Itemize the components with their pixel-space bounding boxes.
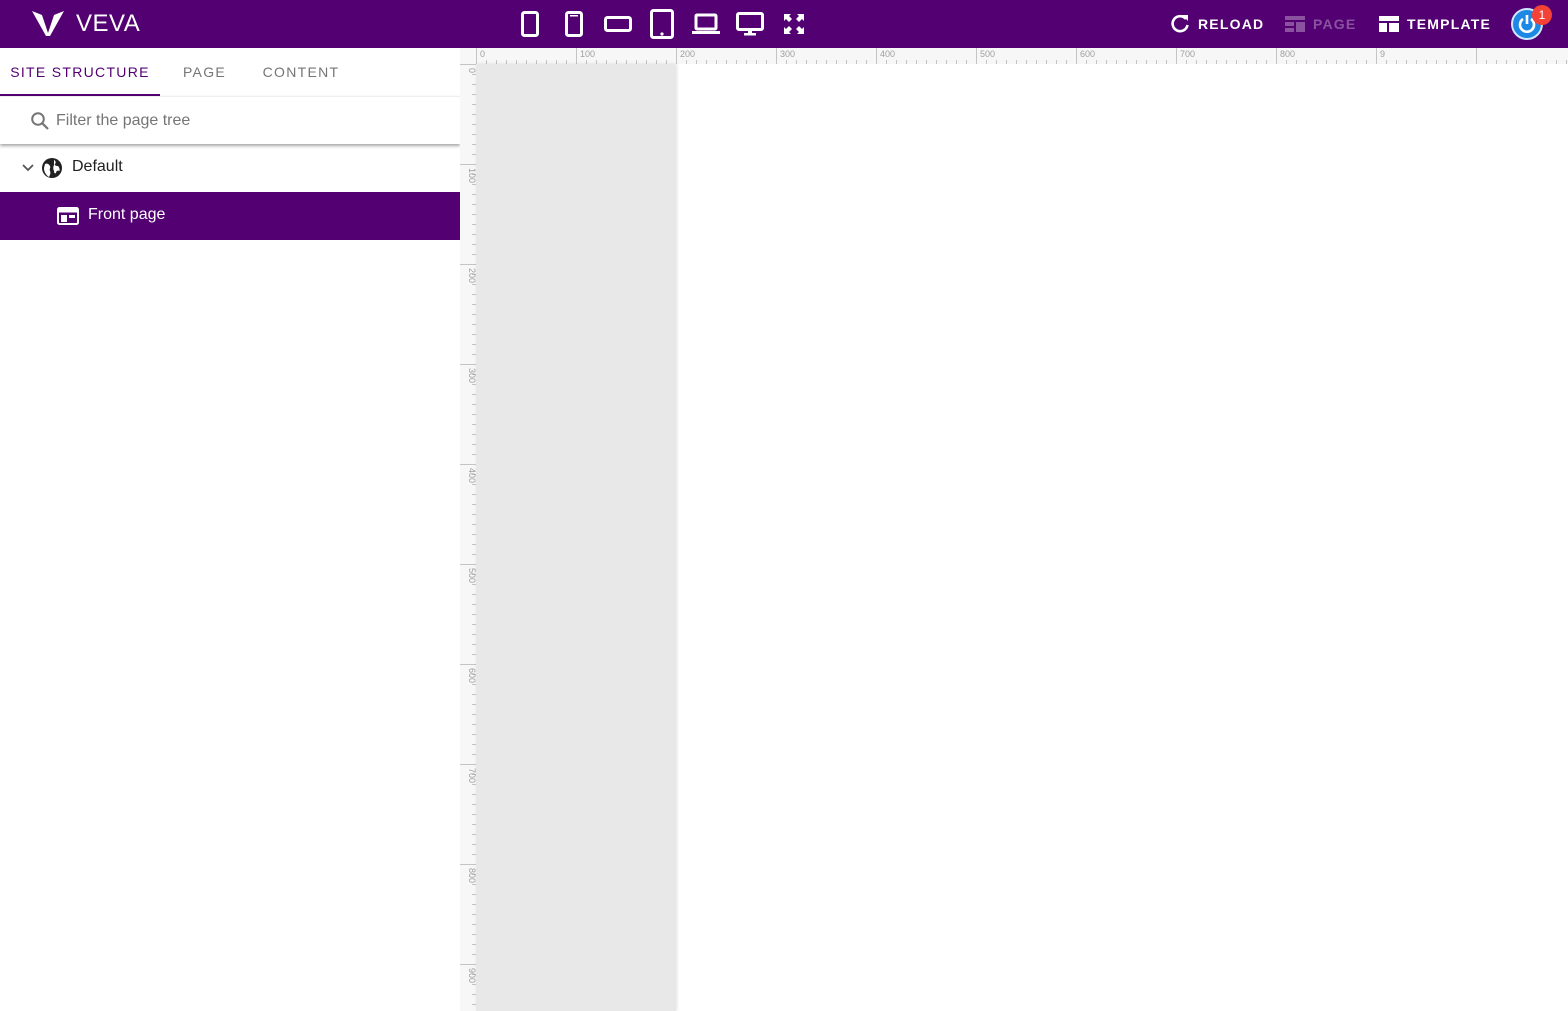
ruler-label: 400	[467, 468, 476, 483]
vertical-ruler: 0 100 200 300 400 500 600 700 800 900	[460, 64, 476, 1011]
site-structure-sidebar: SITE STRUCTURE PAGE CONTENT Default Fron…	[0, 48, 460, 1011]
page-tree-filter	[0, 96, 460, 144]
tree-item-label: Default	[72, 158, 123, 175]
globe-icon	[42, 158, 62, 178]
ruler-label: 600	[467, 668, 476, 683]
ruler-label: 0	[467, 68, 476, 73]
template-mode-label: TEMPLATE	[1407, 16, 1492, 32]
ruler-label: 0	[480, 49, 485, 59]
ruler-label: 500	[467, 568, 476, 583]
page-layout-icon	[1285, 16, 1305, 32]
template-mode-button[interactable]: TEMPLATE	[1379, 0, 1491, 48]
toolbar-actions: RELOAD PAGE TEMPLATE 1	[0, 0, 1568, 48]
template-icon	[1379, 16, 1399, 32]
web-page-icon	[57, 207, 79, 225]
page-mode-button[interactable]: PAGE	[1285, 0, 1356, 48]
sidebar-tabs: SITE STRUCTURE PAGE CONTENT	[0, 48, 460, 96]
ruler-label: 700	[1180, 49, 1195, 59]
tab-content[interactable]: CONTENT	[249, 48, 353, 96]
ruler-label: 900	[467, 968, 476, 983]
ruler-label: 100	[580, 49, 595, 59]
notification-badge: 1	[1532, 5, 1552, 25]
top-app-bar: VEVA RELOAD PAGE TEMPLATE 1	[0, 0, 1568, 48]
device-preview-frame[interactable]	[476, 64, 676, 1011]
reload-label: RELOAD	[1198, 16, 1265, 32]
chevron-down-icon[interactable]	[20, 160, 36, 176]
ruler-label: 500	[980, 49, 995, 59]
ruler-label: 9	[1380, 49, 1385, 59]
tab-site-structure[interactable]: SITE STRUCTURE	[0, 48, 160, 96]
tree-item-label: Front page	[88, 206, 166, 223]
ruler-label: 200	[467, 268, 476, 283]
tree-item-front-page[interactable]: Front page	[0, 192, 460, 240]
page-mode-label: PAGE	[1313, 16, 1357, 32]
ruler-label: 800	[467, 868, 476, 883]
reload-icon	[1171, 14, 1189, 33]
ruler-corner	[460, 48, 476, 64]
tab-page[interactable]: PAGE	[160, 48, 249, 96]
ruler-label: 300	[467, 368, 476, 383]
ruler-label: 100	[467, 168, 476, 183]
reload-button[interactable]: RELOAD	[1170, 0, 1264, 48]
ruler-label: 700	[467, 768, 476, 783]
ruler-label: 800	[1280, 49, 1295, 59]
user-menu-button[interactable]: 1	[1511, 5, 1552, 40]
filter-input[interactable]	[56, 110, 436, 132]
horizontal-ruler: 0 100 200 300 400 500 600 700 800 9	[476, 48, 1568, 64]
tree-item-default[interactable]: Default	[0, 144, 460, 192]
ruler-label: 400	[880, 49, 895, 59]
ruler-label: 200	[680, 49, 695, 59]
ruler-label: 600	[1080, 49, 1095, 59]
search-icon	[31, 112, 49, 130]
ruler-label: 300	[780, 49, 795, 59]
